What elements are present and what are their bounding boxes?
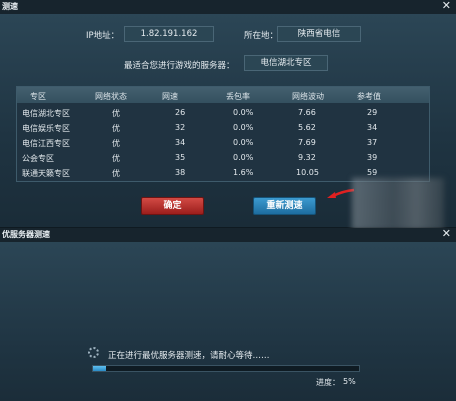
dialog-title: 优服务器测速 — [2, 230, 50, 239]
cell-status: 优 — [112, 154, 120, 163]
cell-loss: 0.0% — [233, 123, 254, 132]
header-jitter: 网络波动 — [292, 92, 324, 101]
header-loss: 丢包率 — [226, 92, 250, 101]
best-server-label: 最适合您进行游戏的服务器： — [124, 61, 235, 71]
blurred-region — [352, 178, 444, 230]
cell-speed: 35 — [175, 153, 186, 162]
progress-fill — [93, 366, 107, 371]
cell-loss: 0.0% — [233, 108, 254, 117]
cell-speed: 26 — [175, 108, 186, 117]
cell-reference: 59 — [367, 168, 378, 177]
table-header: 专区 网络状态 网速 丢包率 网络波动 参考值 — [17, 87, 429, 103]
dialog-title-bar: 测速 ✕ — [0, 0, 456, 14]
cell-status: 优 — [112, 169, 120, 178]
cell-speed: 38 — [175, 168, 186, 177]
header-speed: 网速 — [162, 92, 178, 101]
cell-reference: 34 — [367, 123, 378, 132]
cell-loss: 0.0% — [233, 153, 254, 162]
cell-zone: 电信江西专区 — [22, 139, 70, 148]
best-server-test-dialog: 优服务器测速 ✕ 正在进行最优服务器测速，请耐心等待…… 进度： 5% — [0, 227, 456, 401]
cell-status: 优 — [112, 124, 120, 133]
cell-status: 优 — [112, 139, 120, 148]
dialog-title-bar: 优服务器测速 ✕ — [0, 227, 456, 242]
header-status: 网络状态 — [95, 92, 127, 101]
best-server-field: 电信湖北专区 — [244, 55, 328, 71]
progress-value: 5% — [343, 377, 356, 386]
location-field: 陕西省电信 — [277, 26, 361, 42]
cell-jitter: 7.69 — [298, 138, 316, 147]
cell-zone: 电信湖北专区 — [22, 109, 70, 118]
progress-bar — [92, 365, 360, 372]
pointer-arrow-icon — [327, 188, 355, 198]
dialog-title: 测速 — [2, 2, 18, 11]
speed-test-dialog: 测速 ✕ IP地址： 1.82.191.162 所在地： 陕西省电信 最适合您进… — [0, 0, 456, 230]
cell-jitter: 10.05 — [296, 168, 319, 177]
cell-speed: 32 — [175, 123, 186, 132]
cell-loss: 0.0% — [233, 138, 254, 147]
cell-zone: 公会专区 — [22, 154, 54, 163]
status-text: 正在进行最优服务器测速，请耐心等待…… — [108, 351, 270, 361]
cell-speed: 34 — [175, 138, 186, 147]
cell-reference: 37 — [367, 138, 378, 147]
retest-button[interactable]: 重新测速 — [253, 197, 316, 215]
cell-status: 优 — [112, 109, 120, 118]
close-icon[interactable]: ✕ — [442, 227, 451, 240]
header-reference: 参考值 — [357, 92, 381, 101]
cell-jitter: 9.32 — [298, 153, 316, 162]
close-icon[interactable]: ✕ — [442, 0, 451, 12]
header-zone: 专区 — [30, 92, 46, 101]
ip-field: 1.82.191.162 — [124, 26, 214, 42]
location-label: 所在地： — [244, 31, 279, 41]
cell-jitter: 7.66 — [298, 108, 316, 117]
confirm-button[interactable]: 确定 — [141, 197, 204, 215]
ip-label: IP地址： — [86, 31, 120, 41]
cell-zone: 联通天籁专区 — [22, 169, 70, 178]
loading-spinner-icon — [88, 347, 99, 358]
progress-label: 进度： — [316, 378, 340, 387]
cell-reference: 29 — [367, 108, 378, 117]
cell-loss: 1.6% — [233, 168, 254, 177]
cell-zone: 电信娱乐专区 — [22, 124, 70, 133]
cell-jitter: 5.62 — [298, 123, 316, 132]
server-table: 专区 网络状态 网速 丢包率 网络波动 参考值 电信湖北专区 优 26 0.0%… — [16, 86, 430, 182]
cell-reference: 39 — [367, 153, 378, 162]
